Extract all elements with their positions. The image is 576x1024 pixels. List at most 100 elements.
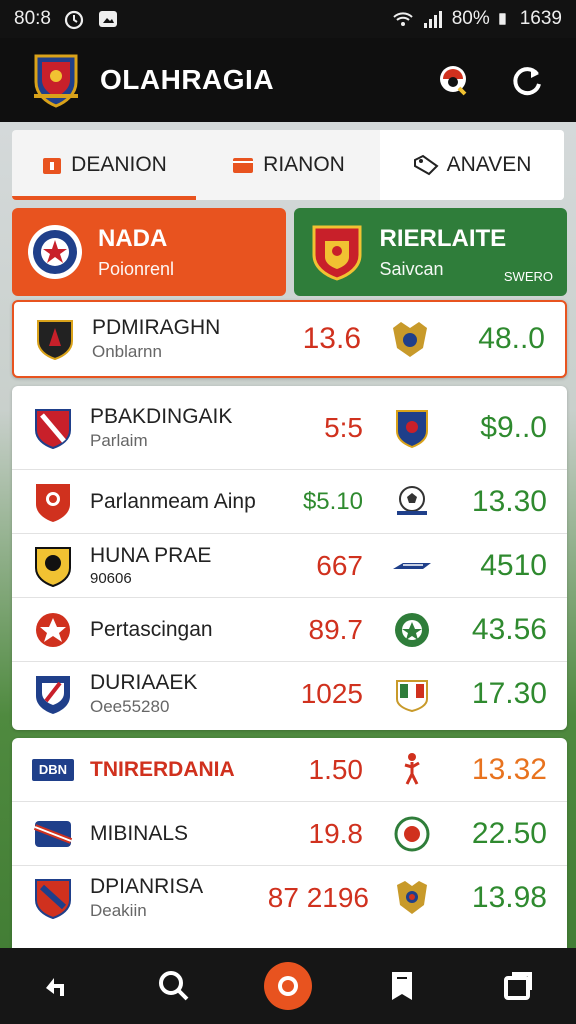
feature-subtitle: Saivcan [379, 258, 444, 279]
feature-extra: SWERO [503, 269, 553, 284]
app-bar: OLAHRAGIA [0, 38, 576, 122]
wing-logo-icon [393, 562, 431, 569]
feature-card-nada[interactable]: NADA Poionrenl [12, 208, 286, 296]
team-crest-icon [35, 546, 71, 587]
team-sub: Onblarnn [92, 342, 162, 361]
tag-icon [413, 154, 439, 176]
odd-left[interactable]: 1.50 [273, 754, 364, 786]
window-icon [504, 972, 532, 1000]
notification-icon [440, 66, 467, 96]
team-crest-icon [36, 676, 70, 714]
team-crest-icon [36, 612, 70, 647]
odd-right[interactable]: 13.98 [461, 881, 547, 915]
team-crest-icon [33, 820, 73, 847]
odd-right[interactable]: 17.30 [461, 677, 547, 711]
odd-left[interactable]: $5.10 [273, 488, 363, 516]
team-name: DURIAAEK [90, 671, 198, 694]
table-row[interactable]: Pertascingan 89.7 43.56 [12, 598, 567, 662]
team-crest-icon [35, 879, 71, 919]
battery-icon [498, 13, 506, 25]
club-emblem-icon [397, 881, 427, 914]
battery-percent: 80% [451, 8, 490, 29]
odd-right[interactable]: 43.56 [461, 613, 547, 647]
signal-icon [423, 11, 442, 28]
bottom-nav [0, 948, 576, 1024]
odd-right[interactable]: 4510 [461, 549, 547, 583]
odd-right[interactable]: 13.32 [461, 753, 547, 787]
tab-anaven[interactable]: ANAVEN [380, 130, 564, 200]
feature-card-rierlaite[interactable]: RIERLAITE Saivcan SWERO [293, 208, 567, 296]
club-emblem-icon [393, 322, 427, 357]
odd-left[interactable]: 1025 [273, 678, 363, 710]
search-icon [159, 971, 189, 1001]
table-row[interactable]: PDMIRAGHN Onblarnn 13.6 48..0 [14, 302, 565, 376]
back-icon [46, 978, 64, 996]
team-name: TNIRERDANIA [90, 757, 235, 781]
table-row[interactable]: DURIAAEK Oee55280 1025 17.30 [12, 662, 567, 726]
league-logo: DBN [32, 758, 74, 781]
odd-left[interactable]: 19.8 [273, 818, 364, 850]
record-icon [278, 976, 298, 996]
club-crest-icon [28, 225, 82, 279]
status-left: 80:8 [14, 8, 119, 30]
team-name: PBAKDINGAIK [90, 404, 233, 428]
app-title: OLAHRAGIA [100, 64, 275, 95]
team-sub: Oee55280 [90, 697, 170, 716]
team-sub: 90606 [90, 570, 132, 587]
team-name: Pertascingan [90, 617, 213, 641]
soccer-ball-icon [397, 485, 427, 515]
table-row[interactable]: PBAKDINGAIK Parlaim 5:5 $9..0 [12, 386, 567, 470]
table-row[interactable]: DPIANRISA Deakiin 87 2196 13.98 [12, 866, 567, 930]
odd-left[interactable]: 5:5 [273, 412, 363, 444]
status-right: 80% 1639 [392, 8, 562, 30]
odd-left[interactable]: 667 [273, 550, 363, 582]
tab-rianon[interactable]: RIANON [196, 130, 380, 200]
odd-right[interactable]: 48..0 [459, 322, 545, 356]
tab-rianon-label: RIANON [263, 153, 345, 176]
table-row[interactable]: DBN TNIRERDANIA 1.50 13.32 [12, 738, 567, 802]
team-name: HUNA PRAE [90, 544, 212, 567]
highlight-card: PDMIRAGHN Onblarnn 13.6 48..0 [12, 300, 567, 378]
club-shield-icon [312, 225, 361, 281]
odd-right[interactable]: $9..0 [461, 411, 547, 445]
team-name: PDMIRAGHN [92, 316, 221, 339]
club-emblem-icon [396, 409, 428, 448]
nav-record-button[interactable] [264, 962, 312, 1010]
nav-window-button[interactable] [492, 960, 544, 1012]
feature-title: RIERLAITE [379, 224, 507, 252]
odd-left[interactable]: 89.7 [273, 614, 364, 646]
photo-icon [98, 11, 117, 27]
table-row[interactable]: HUNA PRAE 90606 667 4510 [12, 534, 567, 598]
tab-bar: DEANION RIANON ANAVEN [12, 130, 564, 200]
notification-button[interactable] [434, 61, 472, 99]
match-list-one: PBAKDINGAIK Parlaim 5:5 $9..0 Parlanmeam… [12, 386, 567, 730]
odd-left[interactable]: 87 2196 [259, 882, 369, 914]
refresh-button[interactable] [508, 61, 546, 99]
bookmark-icon [392, 972, 412, 1000]
nav-bookmark-button[interactable] [376, 960, 428, 1012]
nav-search-button[interactable] [148, 960, 200, 1012]
tab-deanion[interactable]: DEANION [12, 130, 196, 200]
team-name: MIBINALS [90, 821, 189, 845]
team-name: Parlanmeam Ainp [90, 489, 256, 513]
refresh-icon [513, 67, 541, 96]
alarm-icon [64, 10, 84, 30]
flag-crest-icon [396, 680, 428, 713]
nav-back-button[interactable] [32, 960, 84, 1012]
ticket-icon [233, 158, 254, 173]
club-ring-icon [394, 816, 430, 851]
odd-right[interactable]: 13.30 [461, 485, 547, 519]
match-list-two: DBN TNIRERDANIA 1.50 13.32 MIBINALS 19.8… [12, 738, 567, 958]
table-row[interactable]: MIBINALS 19.8 22.50 [12, 802, 567, 866]
app-actions [434, 61, 546, 99]
odd-right[interactable]: 22.50 [461, 817, 547, 851]
calendar-icon [43, 158, 62, 174]
odd-left[interactable]: 13.6 [271, 322, 361, 356]
tab-deanion-label: DEANION [71, 153, 167, 176]
player-icon [404, 752, 420, 785]
club-logo [34, 54, 78, 108]
team-sub: Deakiin [90, 901, 147, 920]
table-row[interactable]: Parlanmeam Ainp $5.10 13.30 [12, 470, 567, 534]
tab-anaven-label: ANAVEN [446, 153, 532, 176]
team-crest-icon [37, 320, 73, 360]
